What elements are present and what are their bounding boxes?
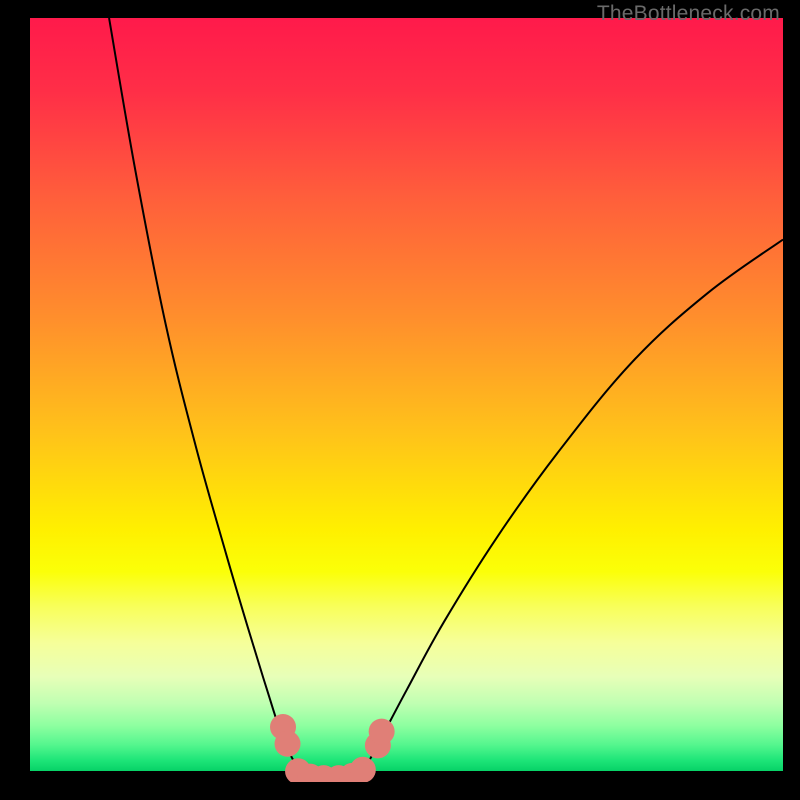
curve-marker xyxy=(350,757,376,782)
chart-frame: TheBottleneck.com xyxy=(0,0,800,800)
bottleneck-curve xyxy=(30,18,783,782)
plot-area xyxy=(30,18,783,782)
curve-marker xyxy=(275,731,301,757)
watermark-text: TheBottleneck.com xyxy=(597,2,780,26)
curve-marker xyxy=(369,719,395,745)
